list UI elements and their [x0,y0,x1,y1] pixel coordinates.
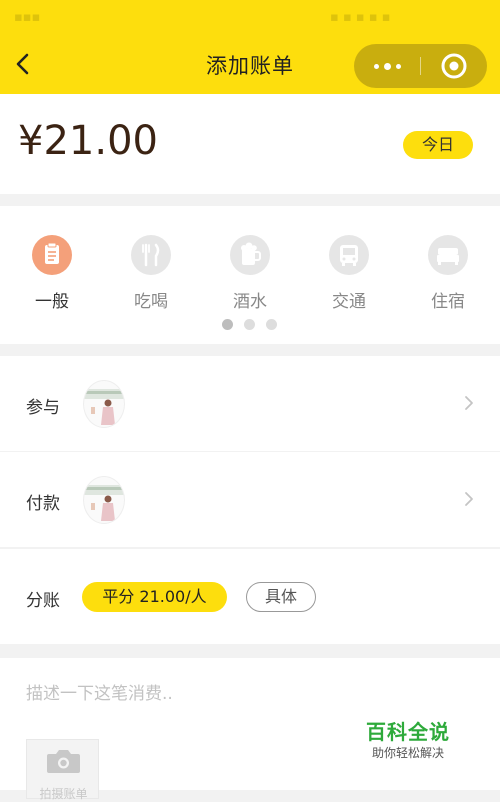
watermark: 百科全说 助你轻松解决 [358,716,468,764]
category-item-food[interactable]: 吃喝 [111,230,191,312]
amount-value[interactable]: ¥21.00 [18,118,158,164]
category-label: 酒水 [233,292,267,312]
target-icon [441,53,467,79]
status-bar: ▪▪▪ ▪ ▪ ▪ ▪ ▪ [0,0,500,40]
split-row: 分账 平分 21.00/人 具体 [0,549,500,644]
category-item-general[interactable]: 一般 [12,230,92,312]
camera-icon [47,750,80,773]
notepad-icon [32,235,72,275]
participants-label: 参与 [26,398,60,418]
page-dot[interactable] [266,319,277,330]
category-label: 一般 [35,292,69,312]
beer-mug-icon [230,235,270,275]
payer-row[interactable]: 付款 [0,452,500,547]
photo-label: 拍摄账单 [39,787,88,801]
description-input[interactable] [26,678,466,710]
bed-icon [428,235,468,275]
avatar [83,380,125,428]
watermark-subtitle: 助你轻松解决 [372,746,445,760]
split-detail-option[interactable]: 具体 [246,582,316,612]
category-label: 住宿 [431,292,465,312]
page-dot[interactable] [244,319,255,330]
mini-program-capsule [354,44,487,88]
back-button[interactable] [8,48,40,80]
category-selector: 一般 吃喝 酒水 交通 住宿 [0,206,500,344]
payer-label: 付款 [26,494,60,514]
more-button[interactable] [354,44,420,88]
photo-button[interactable]: 拍摄账单 [26,739,99,801]
navigation-bar: 添加账单 [0,40,500,94]
chevron-left-icon [16,53,29,75]
fork-knife-icon [131,235,171,275]
category-item-drinks[interactable]: 酒水 [210,230,290,312]
split-even-option[interactable]: 平分 21.00/人 [82,582,227,612]
avatar [83,476,125,524]
page-dot[interactable] [222,319,233,330]
status-bar-indicators: ▪ ▪ ▪ ▪ ▪ [330,10,391,25]
chevron-right-icon [465,492,473,506]
page-indicator [222,319,282,331]
participants-row[interactable]: 参与 [0,356,500,451]
split-label: 分账 [26,591,60,611]
category-item-transport[interactable]: 交通 [309,230,389,312]
category-label: 吃喝 [134,292,168,312]
category-item-lodging[interactable]: 住宿 [408,230,488,312]
date-selector[interactable]: 今日 [403,131,473,159]
chevron-right-icon [465,396,473,410]
status-bar-carrier: ▪▪▪ [14,10,41,25]
category-label: 交通 [332,292,366,312]
close-button[interactable] [421,44,487,88]
watermark-title: 百科全说 [366,720,450,744]
bus-icon [329,235,369,275]
